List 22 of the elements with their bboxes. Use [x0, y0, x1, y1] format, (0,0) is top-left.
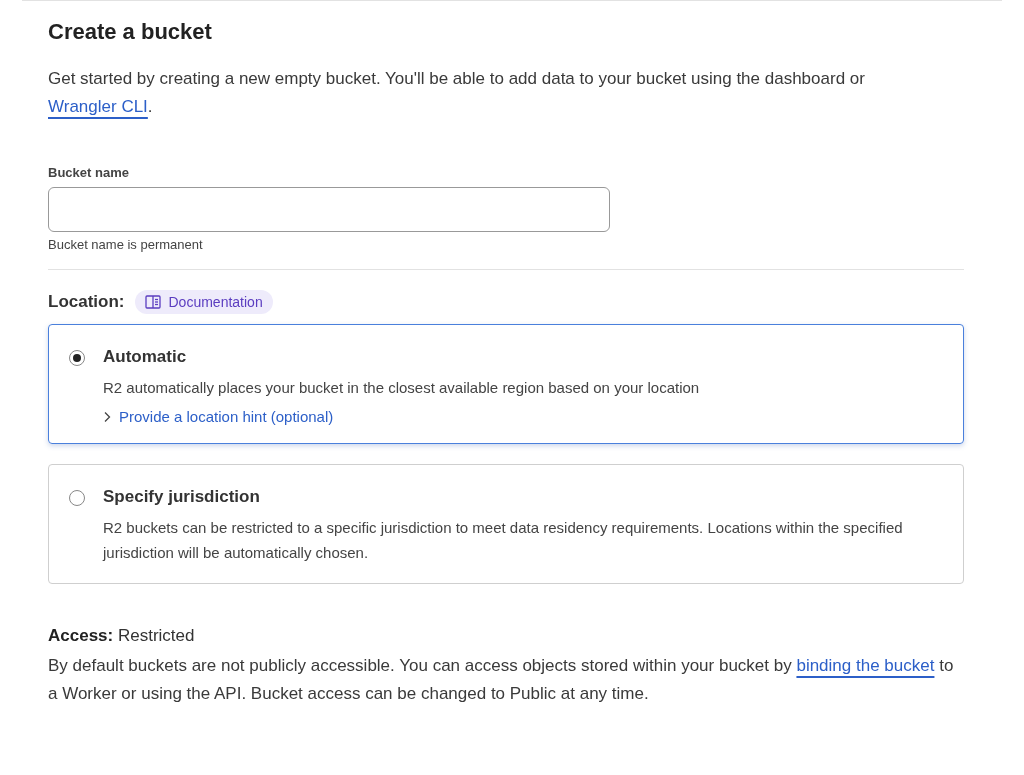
location-option-card[interactable]: Automatic R2 automatically places your bucket in the closest available region based on your location Provide a location hint (optional) [48, 324, 964, 444]
access-description: By default buckets are not publicly accessible. You can access objects stored within your bucket by binding the bucket to a Worker or using the API. Bucket access can be changed to Public at any time. [48, 655, 955, 705]
field-hint: Bucket name is permanent [48, 237, 203, 252]
option-title: Automatic [103, 347, 187, 367]
binding-link[interactable]: binding the bucket [796, 656, 935, 675]
chevron-icon [103, 410, 111, 423]
page-title: Create a bucket [48, 19, 213, 45]
documentation-link[interactable]: Documentation [134, 290, 273, 314]
location-label: Location: [48, 292, 125, 312]
location-hint-link[interactable]: Provide a location hint (optional) [119, 408, 334, 425]
access-heading: Access: Restricted [48, 626, 195, 646]
radio-button[interactable] [69, 350, 85, 366]
radio-button[interactable] [69, 490, 85, 506]
option-title: Specify jurisdiction [103, 487, 260, 507]
option-description: R2 automatically places your bucket in the closest available region based on your location [103, 378, 700, 398]
field-label: Bucket name [48, 165, 130, 180]
intro-text: Get started by creating a new empty bucket. You'll be able to add data to your bucket using the dashboard or Wrangler CLI. [48, 68, 866, 118]
book-icon [144, 295, 161, 309]
option-description: R2 buckets can be restricted to a specific jurisdiction to meet data residency requirements. Locations within the specified jurisdiction will be automatically chosen. [103, 518, 904, 563]
location-option-card[interactable]: Specify jurisdiction R2 buckets can be restricted to a specific jurisdiction to meet data residency requirements. Locations within the specified jurisdiction will be automatically chosen. [48, 464, 964, 584]
wrangler-link[interactable]: Wrangler CLI [48, 97, 148, 116]
bucket-name-field[interactable] [48, 187, 610, 232]
